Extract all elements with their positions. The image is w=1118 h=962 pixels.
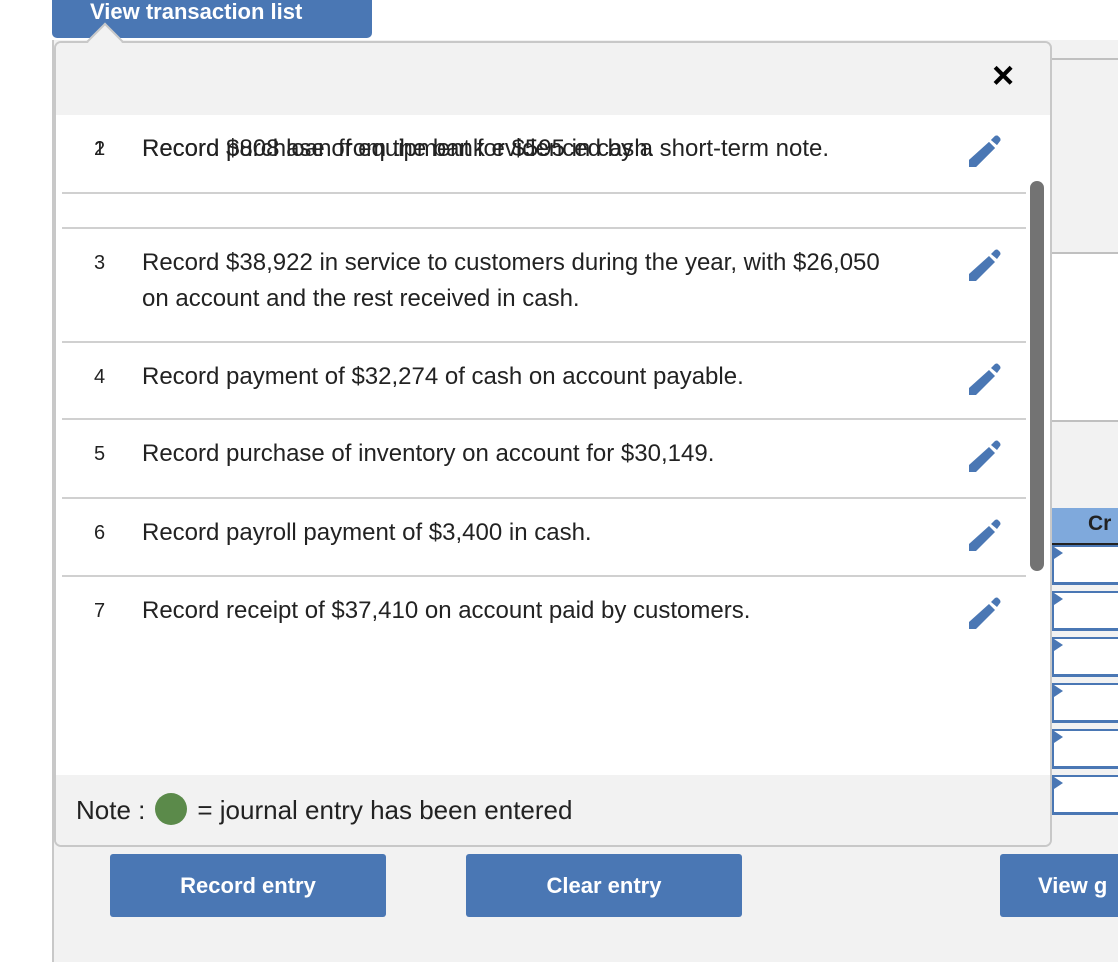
- transaction-text: Record $38,922 in service to customers d…: [142, 249, 880, 312]
- credit-input[interactable]: [1052, 729, 1118, 769]
- transaction-text: Record payroll payment of $3,400 in cash…: [142, 519, 592, 546]
- table-header-credit: Cr: [1050, 508, 1118, 545]
- edit-pencil-icon[interactable]: [968, 134, 1002, 168]
- clear-entry-button[interactable]: Clear entry: [466, 854, 742, 917]
- scrollbar[interactable]: [1030, 181, 1044, 571]
- entered-indicator-icon: [155, 793, 188, 825]
- credit-input[interactable]: [1052, 775, 1118, 815]
- transaction-row[interactable]: 4 Record payment of $32,274 of cash on a…: [62, 343, 1026, 420]
- view-general-journal-button[interactable]: View g: [1000, 854, 1118, 917]
- transaction-number: 3: [94, 252, 106, 274]
- transaction-row[interactable]: 2 Record $808 loan from the bank evidenc…: [62, 115, 1026, 229]
- divider: [1050, 58, 1118, 60]
- transaction-row[interactable]: 5 Record purchase of inventory on accoun…: [62, 420, 1026, 499]
- edit-pencil-icon[interactable]: [968, 518, 1002, 552]
- edit-pencil-icon[interactable]: [968, 362, 1002, 396]
- credit-input[interactable]: [1052, 545, 1118, 585]
- edit-pencil-icon[interactable]: [968, 439, 1002, 473]
- transaction-text: Record receipt of $37,410 on account pai…: [142, 597, 751, 624]
- credit-input[interactable]: [1052, 637, 1118, 677]
- note-label: Note :: [76, 795, 146, 825]
- transaction-row[interactable]: 3 Record $38,922 in service to customers…: [62, 229, 1026, 343]
- transaction-text: Record payment of $32,274 of cash on acc…: [142, 363, 744, 390]
- credit-input[interactable]: [1052, 683, 1118, 723]
- transaction-number: 4: [94, 366, 106, 388]
- background-section: [1050, 252, 1118, 422]
- transaction-row[interactable]: 6 Record payroll payment of $3,400 in ca…: [62, 499, 1026, 577]
- credit-input[interactable]: [1052, 591, 1118, 631]
- transaction-number: 7: [94, 600, 106, 622]
- transaction-list: 1 Record purchase of equipment for $595 …: [56, 115, 1050, 775]
- edit-pencil-icon[interactable]: [968, 596, 1002, 630]
- note-text: = journal entry has been entered: [197, 795, 573, 825]
- transaction-text: Record purchase of inventory on account …: [142, 440, 715, 467]
- record-entry-button[interactable]: Record entry: [110, 854, 386, 917]
- transaction-number: 6: [94, 522, 106, 544]
- edit-pencil-icon[interactable]: [968, 248, 1002, 282]
- transaction-number: 5: [94, 443, 106, 465]
- transaction-row[interactable]: 7 Record receipt of $37,410 on account p…: [62, 577, 1026, 639]
- transaction-number: 2: [94, 138, 106, 160]
- note: Note : = journal entry has been entered: [56, 775, 1050, 845]
- transaction-list-popup: × 1 Record purchase of equipment for $59…: [54, 41, 1052, 847]
- transaction-text: Record $808 loan from the bank evidenced…: [142, 135, 830, 162]
